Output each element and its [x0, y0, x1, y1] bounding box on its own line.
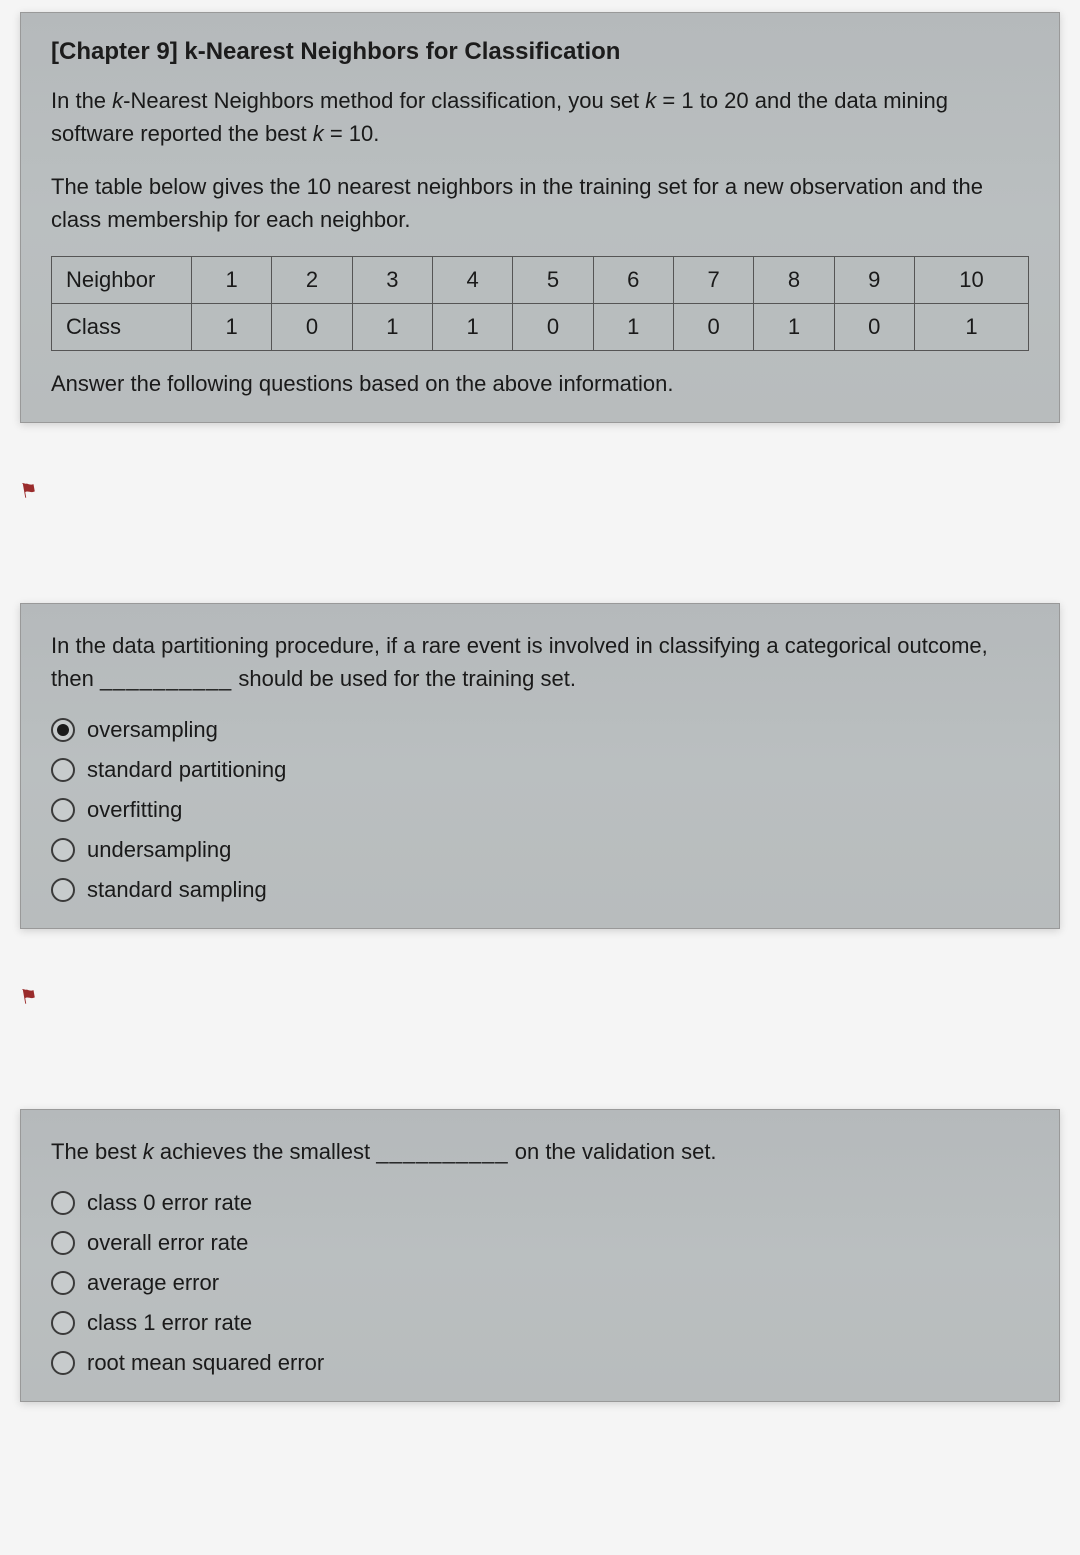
option-standard-sampling[interactable]: standard sampling [51, 877, 1029, 903]
option-label: undersampling [87, 837, 231, 863]
radio-icon[interactable] [51, 838, 75, 862]
intro-paragraph-1: In the k-Nearest Neighbors method for cl… [51, 84, 1029, 150]
option-label: average error [87, 1270, 219, 1296]
table-cell: 6 [593, 257, 673, 304]
table-cell: 0 [673, 304, 753, 351]
table-cell: 1 [593, 304, 673, 351]
radio-icon[interactable] [51, 1271, 75, 1295]
table-cell: 1 [352, 304, 432, 351]
table-cell: 3 [352, 257, 432, 304]
option-label: standard partitioning [87, 757, 286, 783]
radio-icon[interactable] [51, 1351, 75, 1375]
table-cell: 0 [272, 304, 352, 351]
section-title: [Chapter 9] k-Nearest Neighbors for Clas… [51, 38, 1029, 66]
radio-icon[interactable] [51, 878, 75, 902]
option-class-1-error-rate[interactable]: class 1 error rate [51, 1310, 1029, 1336]
option-undersampling[interactable]: undersampling [51, 837, 1029, 863]
option-label: overall error rate [87, 1230, 248, 1256]
table-cell: 9 [834, 257, 914, 304]
table-cell: 5 [513, 257, 593, 304]
option-average-error[interactable]: average error [51, 1270, 1029, 1296]
table-cell: 0 [834, 304, 914, 351]
option-label: overfitting [87, 797, 182, 823]
table-cell: 1 [754, 304, 834, 351]
table-cell: 7 [673, 257, 753, 304]
q2-options: oversampling standard partitioning overf… [51, 717, 1029, 903]
table-row-label: Class [52, 304, 192, 351]
table-cell: 2 [272, 257, 352, 304]
option-standard-partitioning[interactable]: standard partitioning [51, 757, 1029, 783]
table-cell: 1 [914, 304, 1028, 351]
option-label: class 0 error rate [87, 1190, 252, 1216]
radio-icon[interactable] [51, 798, 75, 822]
table-row-label: Neighbor [52, 257, 192, 304]
table-cell: 1 [432, 304, 512, 351]
radio-icon[interactable] [51, 758, 75, 782]
q3-text: The best k achieves the smallest _______… [51, 1135, 1029, 1168]
radio-icon[interactable] [51, 1231, 75, 1255]
q3-options: class 0 error rate overall error rate av… [51, 1190, 1029, 1376]
q2-text: In the data partitioning procedure, if a… [51, 629, 1029, 695]
option-overfitting[interactable]: overfitting [51, 797, 1029, 823]
option-root-mean-squared-error[interactable]: root mean squared error [51, 1350, 1029, 1376]
table-cell: 4 [432, 257, 512, 304]
neighbor-table: Neighbor 1 2 3 4 5 6 7 8 9 10 Class 1 0 … [51, 256, 1029, 351]
intro-card: [Chapter 9] k-Nearest Neighbors for Clas… [20, 12, 1060, 423]
option-label: standard sampling [87, 877, 267, 903]
option-label: oversampling [87, 717, 218, 743]
radio-icon[interactable] [51, 1311, 75, 1335]
radio-icon[interactable] [51, 1191, 75, 1215]
table-cell: 0 [513, 304, 593, 351]
table-cell: 1 [192, 257, 272, 304]
table-cell: 10 [914, 257, 1028, 304]
table-cell: 1 [192, 304, 272, 351]
intro-paragraph-2: The table below gives the 10 nearest nei… [51, 170, 1029, 236]
answer-instruction: Answer the following questions based on … [51, 371, 1029, 397]
option-overall-error-rate[interactable]: overall error rate [51, 1230, 1029, 1256]
option-oversampling[interactable]: oversampling [51, 717, 1029, 743]
q3-card: The best k achieves the smallest _______… [20, 1109, 1060, 1402]
q2-card: In the data partitioning procedure, if a… [20, 603, 1060, 929]
option-label: class 1 error rate [87, 1310, 252, 1336]
option-label: root mean squared error [87, 1350, 324, 1376]
table-cell: 8 [754, 257, 834, 304]
option-class-0-error-rate[interactable]: class 0 error rate [51, 1190, 1029, 1216]
radio-icon[interactable] [51, 718, 75, 742]
